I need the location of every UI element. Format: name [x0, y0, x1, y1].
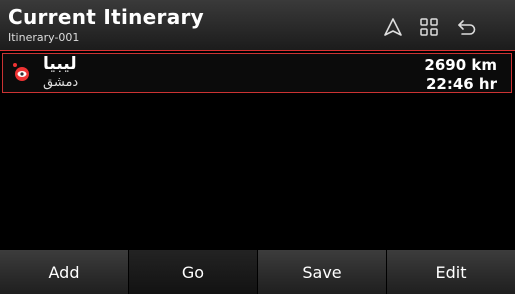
destination-pin-icon: [11, 62, 33, 90]
navigation-arrow-icon[interactable]: [380, 14, 406, 40]
save-button[interactable]: Save: [258, 250, 387, 294]
itinerary-id: Itinerary-001: [8, 31, 80, 44]
itinerary-row[interactable]: ليبيا دمشق 2690 km 22:46 hr: [2, 53, 512, 93]
edit-button[interactable]: Edit: [387, 250, 515, 294]
add-button[interactable]: Add: [0, 250, 129, 294]
grid-menu-icon[interactable]: [416, 14, 442, 40]
footer-toolbar: Add Go Save Edit: [0, 250, 515, 294]
go-button[interactable]: Go: [129, 250, 258, 294]
header-bar: Current Itinerary Itinerary-001: [0, 0, 515, 51]
back-icon[interactable]: [454, 14, 480, 40]
page-title: Current Itinerary: [8, 5, 204, 29]
time-value: 22:46 hr: [425, 75, 497, 93]
destination-name: ليبيا: [43, 54, 77, 74]
distance-value: 2690 km: [424, 56, 497, 74]
destination-subname: دمشق: [43, 75, 79, 90]
